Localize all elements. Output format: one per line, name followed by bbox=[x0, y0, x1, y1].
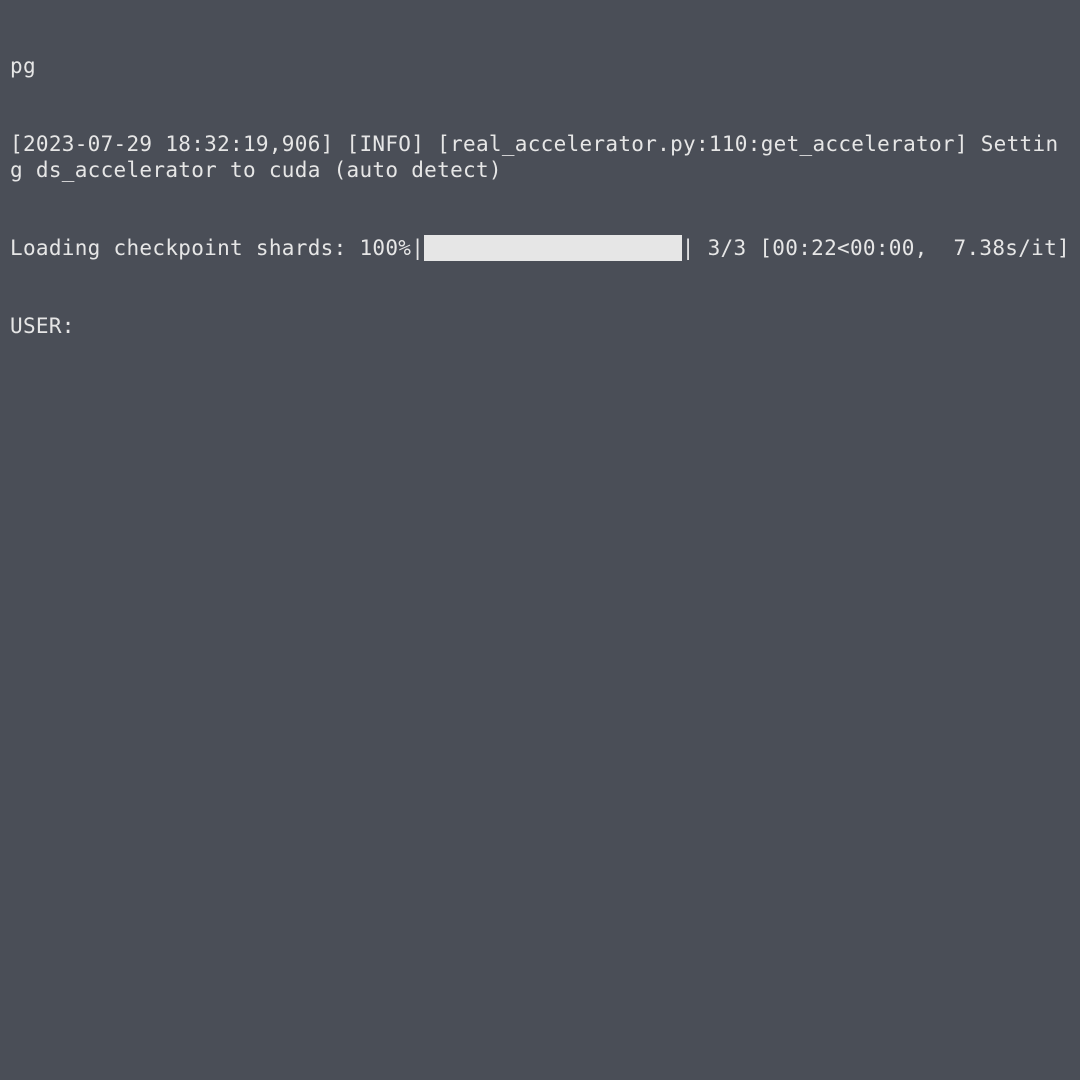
terminal-user-prompt[interactable]: USER: bbox=[10, 313, 1070, 339]
terminal-output[interactable]: pg [2023-07-29 18:32:19,906] [INFO] [rea… bbox=[0, 0, 1080, 365]
terminal-progress-line: Loading checkpoint shards: 100%| | 3/3 [0… bbox=[10, 235, 1070, 261]
progress-suffix: | 3/3 [00:22<00:00, 7.38s/it] bbox=[682, 235, 1070, 261]
progress-bar bbox=[424, 235, 682, 261]
terminal-line-pg: pg bbox=[10, 53, 1070, 79]
terminal-log-line: [2023-07-29 18:32:19,906] [INFO] [real_a… bbox=[10, 131, 1070, 183]
progress-prefix: Loading checkpoint shards: 100%| bbox=[10, 235, 424, 261]
